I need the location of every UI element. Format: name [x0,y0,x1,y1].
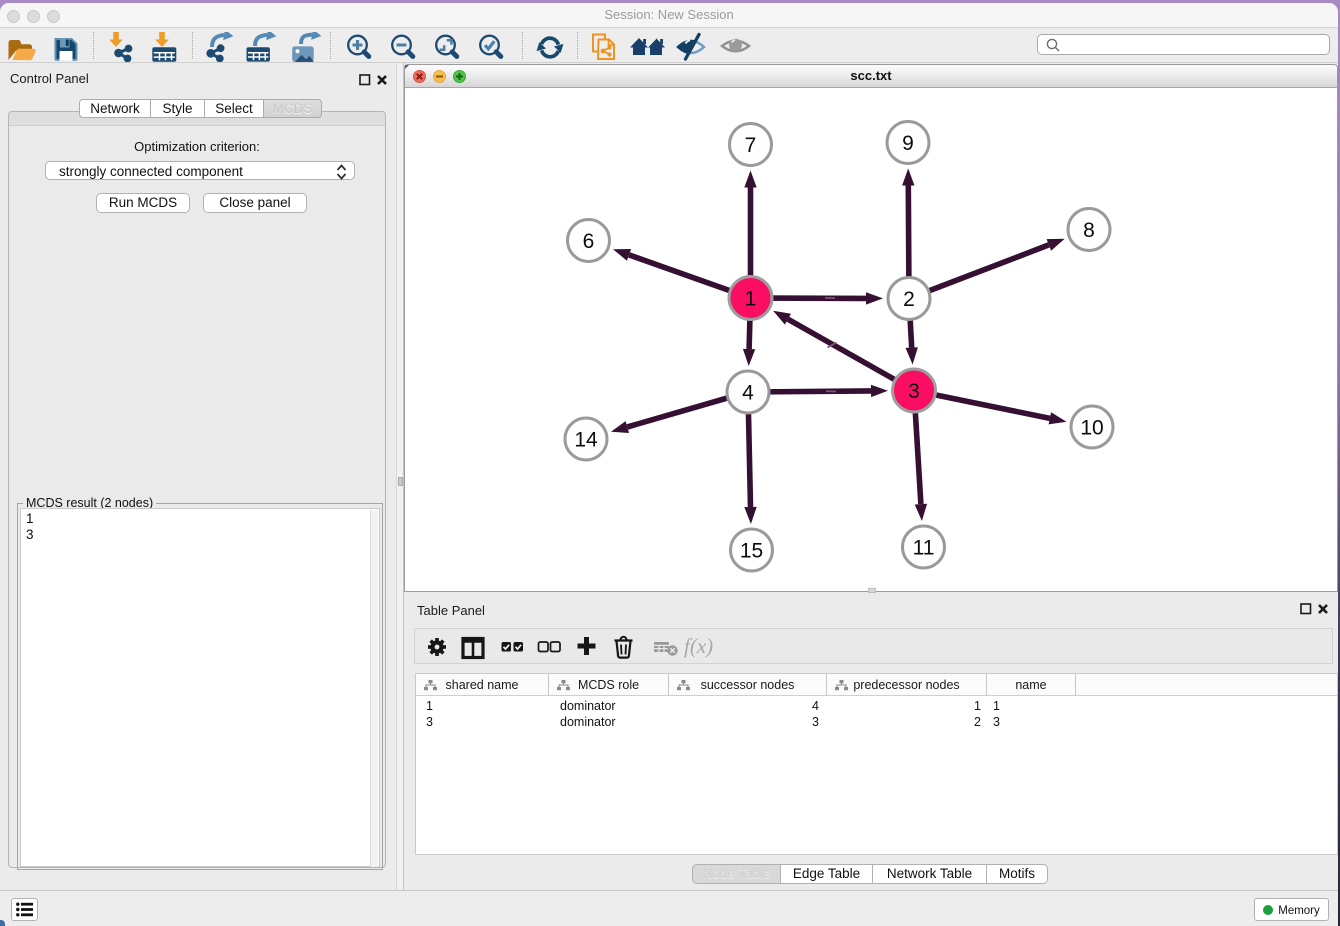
svg-text:7: 7 [745,134,757,157]
svg-text:15: 15 [740,540,763,563]
svg-text:8: 8 [1083,219,1095,242]
svg-text:6: 6 [583,230,595,253]
svg-text:11: 11 [913,537,935,560]
svg-text:1: 1 [745,288,757,311]
svg-text:4: 4 [742,382,754,405]
svg-text:3: 3 [908,380,920,403]
svg-text:14: 14 [574,429,598,452]
svg-text:f(x): f(x) [684,634,713,658]
svg-text:10: 10 [1080,417,1103,440]
svg-text:9: 9 [902,132,914,155]
svg-text:2: 2 [903,288,915,311]
